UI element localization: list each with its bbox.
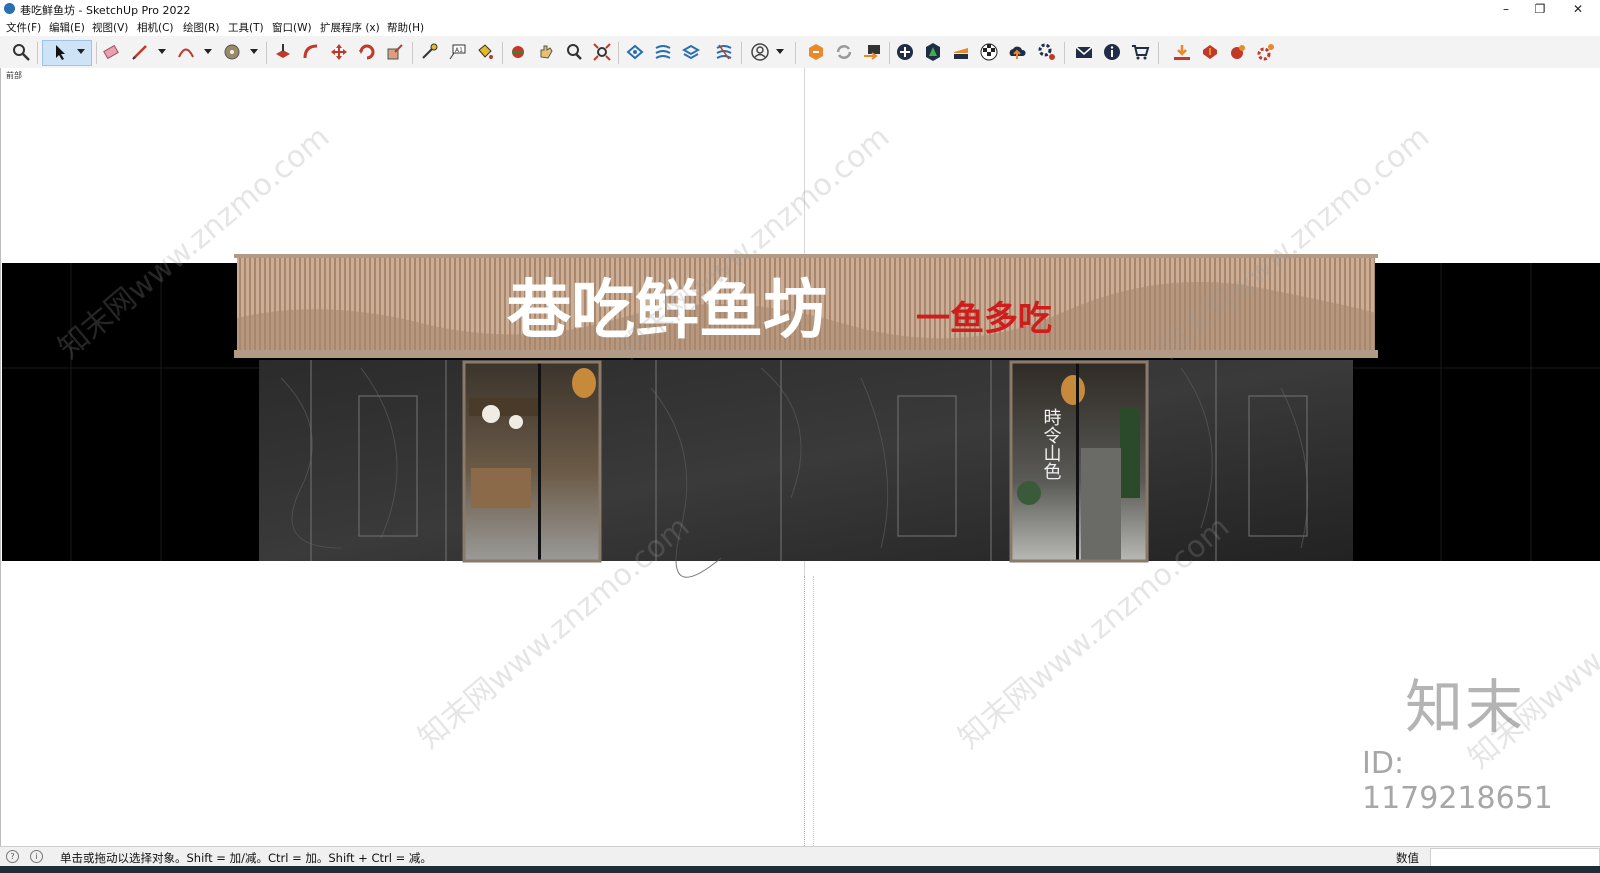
upload-cloud-icon[interactable] [1007, 42, 1027, 62]
export-icon[interactable] [1200, 42, 1220, 62]
close-button[interactable]: ✕ [1562, 0, 1594, 18]
sign-bottom-rail [234, 350, 1378, 358]
eraser-icon[interactable] [101, 42, 121, 62]
smoove-icon[interactable] [653, 42, 673, 62]
zoom-extents-icon[interactable] [592, 42, 612, 62]
menu-help[interactable]: 帮助(H) [387, 20, 424, 35]
follow-me-icon[interactable] [301, 42, 321, 62]
3d-warehouse-icon[interactable] [923, 42, 943, 62]
rotate-icon[interactable] [357, 42, 377, 62]
menu-camera[interactable]: 相机(C) [137, 20, 174, 35]
import-icon[interactable] [1172, 42, 1192, 62]
measurements-input[interactable] [1430, 848, 1600, 867]
info-icon[interactable]: i [30, 850, 43, 863]
gear-icon[interactable] [1037, 42, 1057, 62]
restore-button[interactable]: ❐ [1524, 0, 1556, 18]
status-bar: ? i 单击或拖动以选择对象。Shift = 加/减。Ctrl = 加。Shif… [0, 846, 1600, 867]
title-bar: 巷吃鲜鱼坊 - SketchUp Pro 2022 – ❐ ✕ [0, 0, 1600, 18]
menu-extensions[interactable]: 扩展程序 (x) [320, 20, 380, 35]
shop-slogan: 一鱼多吃 [916, 299, 1052, 339]
sign-top-rail [234, 254, 1378, 258]
plugin-icon[interactable] [1228, 42, 1248, 62]
extension-warehouse-icon[interactable] [806, 42, 826, 62]
minimize-button[interactable]: – [1490, 0, 1522, 18]
chevron-down-icon[interactable] [204, 49, 212, 54]
brand-logo: 知末 [1405, 673, 1526, 741]
zoom-icon[interactable] [11, 42, 31, 62]
status-hint: 单击或拖动以选择对象。Shift = 加/减。Ctrl = 加。Shift + … [60, 851, 432, 865]
pencil-icon[interactable] [130, 42, 150, 62]
model-viewport[interactable]: 前部 時令山色 巷吃鲜鱼坊 一鱼多吃 知末网www.znzmo.com 知末网w… [0, 68, 1600, 846]
asset-id: ID: 1179218651 [1362, 746, 1553, 816]
sketchup-logo-icon [4, 3, 15, 14]
stamp-icon[interactable] [681, 42, 701, 62]
info-icon[interactable] [1102, 42, 1122, 62]
scale-icon[interactable] [385, 42, 405, 62]
sandbox-icon[interactable] [625, 42, 645, 62]
window-title: 巷吃鲜鱼坊 - SketchUp Pro 2022 [20, 4, 191, 17]
add-location-icon[interactable] [895, 42, 915, 62]
account-icon[interactable] [750, 42, 770, 62]
chevron-down-icon[interactable] [250, 49, 258, 54]
drape-icon[interactable] [714, 42, 734, 62]
chevron-down-icon[interactable] [158, 49, 166, 54]
menu-edit[interactable]: 编辑(E) [49, 20, 85, 35]
menu-draw[interactable]: 绘图(R) [183, 20, 220, 35]
geo-location-icon[interactable]: ? [6, 850, 19, 863]
move-icon[interactable] [329, 42, 349, 62]
main-toolbar: A1 [0, 36, 1600, 69]
cart-icon[interactable] [1130, 42, 1150, 62]
menu-tools[interactable]: 工具(T) [228, 20, 264, 35]
refresh-icon[interactable] [834, 42, 854, 62]
pan-icon[interactable] [536, 42, 556, 62]
door-calligraphy: 時令山色 [1041, 408, 1062, 480]
paint-bucket-icon[interactable] [475, 42, 495, 62]
select-icon[interactable] [50, 42, 70, 62]
menu-window[interactable]: 窗口(W) [272, 20, 312, 35]
tape-icon[interactable] [222, 42, 242, 62]
menu-file[interactable]: 文件(F) [6, 20, 41, 35]
push-pull-icon[interactable] [273, 42, 293, 62]
menu-view[interactable]: 视图(V) [92, 20, 128, 35]
tape-measure-icon[interactable] [419, 42, 439, 62]
send-layout-icon[interactable] [862, 42, 882, 62]
mail-icon[interactable] [1074, 42, 1094, 62]
checker-icon[interactable] [979, 42, 999, 62]
svg-text:A1: A1 [455, 47, 463, 54]
layers-icon[interactable] [951, 42, 971, 62]
arc-icon[interactable] [176, 42, 196, 62]
orbit-icon[interactable] [508, 42, 528, 62]
os-taskbar [0, 866, 1600, 873]
chevron-down-icon[interactable] [776, 49, 784, 54]
text-icon[interactable]: A1 [447, 42, 467, 62]
zoom-tool-icon[interactable] [564, 42, 584, 62]
settings-icon[interactable] [1256, 42, 1276, 62]
menu-bar: 文件(F) 编辑(E) 视图(V) 相机(C) 绘图(R) 工具(T) 窗口(W… [0, 18, 1600, 36]
chevron-down-icon[interactable] [77, 49, 85, 54]
measurements-label: 数值 [1396, 851, 1419, 865]
